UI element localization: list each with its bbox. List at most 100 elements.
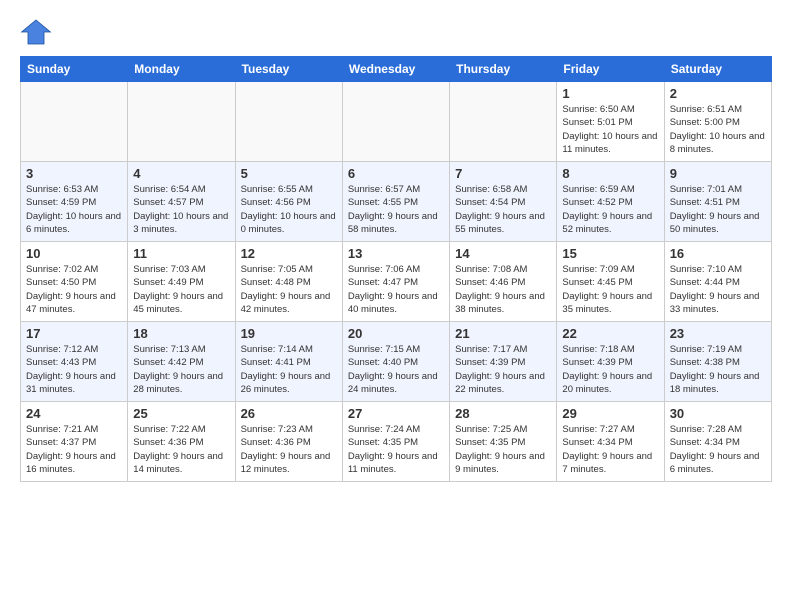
day-number: 11 [133,246,229,261]
day-info: Sunrise: 7:12 AM Sunset: 4:43 PM Dayligh… [26,343,122,396]
day-number: 2 [670,86,766,101]
calendar-cell [450,82,557,162]
calendar-cell: 4 Sunrise: 6:54 AM Sunset: 4:57 PM Daylig… [128,162,235,242]
weekday-header-sunday: Sunday [21,57,128,82]
weekday-header-thursday: Thursday [450,57,557,82]
day-info: Sunrise: 7:06 AM Sunset: 4:47 PM Dayligh… [348,263,444,316]
day-info: Sunrise: 6:50 AM Sunset: 5:01 PM Dayligh… [562,103,658,156]
weekday-header-saturday: Saturday [664,57,771,82]
calendar-cell: 1 Sunrise: 6:50 AM Sunset: 5:01 PM Daylig… [557,82,664,162]
weekday-header-monday: Monday [128,57,235,82]
logo [20,16,56,48]
logo-icon [20,16,52,48]
calendar-cell: 6 Sunrise: 6:57 AM Sunset: 4:55 PM Daylig… [342,162,449,242]
calendar-cell: 26 Sunrise: 7:23 AM Sunset: 4:36 PM Dayli… [235,402,342,482]
calendar-cell: 25Sunrise: 7:22 AM Sunset: 4:36 PM Dayli… [128,402,235,482]
weekday-header-tuesday: Tuesday [235,57,342,82]
header-area [20,16,772,48]
calendar-cell: 24 Sunrise: 7:21 AM Sunset: 4:37 PM Dayli… [21,402,128,482]
calendar-cell: 7 Sunrise: 6:58 AM Sunset: 4:54 PM Daylig… [450,162,557,242]
day-number: 25 [133,406,229,421]
day-number: 5 [241,166,337,181]
calendar-cell: 28Sunrise: 7:25 AM Sunset: 4:35 PM Dayli… [450,402,557,482]
calendar-cell: 20Sunrise: 7:15 AM Sunset: 4:40 PM Dayli… [342,322,449,402]
calendar-week-1: 1 Sunrise: 6:50 AM Sunset: 5:01 PM Daylig… [21,82,772,162]
day-info: Sunrise: 6:51 AM Sunset: 5:00 PM Dayligh… [670,103,766,156]
day-number: 15 [562,246,658,261]
day-info: Sunrise: 7:09 AM Sunset: 4:45 PM Dayligh… [562,263,658,316]
day-number: 18 [133,326,229,341]
calendar-week-3: 10 Sunrise: 7:02 AM Sunset: 4:50 PM Dayli… [21,242,772,322]
calendar-cell: 15 Sunrise: 7:09 AM Sunset: 4:45 PM Dayli… [557,242,664,322]
day-info: Sunrise: 7:18 AM Sunset: 4:39 PM Dayligh… [562,343,658,396]
day-info: Sunrise: 6:59 AM Sunset: 4:52 PM Dayligh… [562,183,658,236]
day-info: Sunrise: 7:05 AM Sunset: 4:48 PM Dayligh… [241,263,337,316]
day-number: 23 [670,326,766,341]
day-info: Sunrise: 6:58 AM Sunset: 4:54 PM Dayligh… [455,183,551,236]
calendar-cell: 17 Sunrise: 7:12 AM Sunset: 4:43 PM Dayli… [21,322,128,402]
day-number: 10 [26,246,122,261]
day-info: Sunrise: 7:21 AM Sunset: 4:37 PM Dayligh… [26,423,122,476]
day-info: Sunrise: 7:23 AM Sunset: 4:36 PM Dayligh… [241,423,337,476]
day-info: Sunrise: 6:54 AM Sunset: 4:57 PM Dayligh… [133,183,229,236]
day-info: Sunrise: 7:10 AM Sunset: 4:44 PM Dayligh… [670,263,766,316]
calendar-cell [21,82,128,162]
day-info: Sunrise: 6:53 AM Sunset: 4:59 PM Dayligh… [26,183,122,236]
calendar-cell: 19 Sunrise: 7:14 AM Sunset: 4:41 PM Dayli… [235,322,342,402]
day-number: 13 [348,246,444,261]
day-number: 6 [348,166,444,181]
day-info: Sunrise: 7:28 AM Sunset: 4:34 PM Dayligh… [670,423,766,476]
day-info: Sunrise: 7:02 AM Sunset: 4:50 PM Dayligh… [26,263,122,316]
day-number: 16 [670,246,766,261]
page: SundayMondayTuesdayWednesdayThursdayFrid… [0,0,792,492]
day-info: Sunrise: 7:19 AM Sunset: 4:38 PM Dayligh… [670,343,766,396]
day-info: Sunrise: 7:08 AM Sunset: 4:46 PM Dayligh… [455,263,551,316]
calendar-cell: 18 Sunrise: 7:13 AM Sunset: 4:42 PM Dayli… [128,322,235,402]
day-info: Sunrise: 6:57 AM Sunset: 4:55 PM Dayligh… [348,183,444,236]
calendar: SundayMondayTuesdayWednesdayThursdayFrid… [20,56,772,482]
calendar-week-5: 24 Sunrise: 7:21 AM Sunset: 4:37 PM Dayli… [21,402,772,482]
weekday-header-row: SundayMondayTuesdayWednesdayThursdayFrid… [21,57,772,82]
calendar-cell: 12 Sunrise: 7:05 AM Sunset: 4:48 PM Dayli… [235,242,342,322]
day-info: Sunrise: 7:27 AM Sunset: 4:34 PM Dayligh… [562,423,658,476]
day-number: 3 [26,166,122,181]
calendar-week-2: 3 Sunrise: 6:53 AM Sunset: 4:59 PM Daylig… [21,162,772,242]
weekday-header-friday: Friday [557,57,664,82]
day-number: 12 [241,246,337,261]
day-number: 27 [348,406,444,421]
calendar-cell: 8Sunrise: 6:59 AM Sunset: 4:52 PM Daylig… [557,162,664,242]
day-number: 24 [26,406,122,421]
calendar-cell: 5Sunrise: 6:55 AM Sunset: 4:56 PM Daylig… [235,162,342,242]
calendar-cell: 3 Sunrise: 6:53 AM Sunset: 4:59 PM Daylig… [21,162,128,242]
day-info: Sunrise: 7:14 AM Sunset: 4:41 PM Dayligh… [241,343,337,396]
calendar-cell: 21Sunrise: 7:17 AM Sunset: 4:39 PM Dayli… [450,322,557,402]
calendar-cell: 9 Sunrise: 7:01 AM Sunset: 4:51 PM Daylig… [664,162,771,242]
calendar-week-4: 17 Sunrise: 7:12 AM Sunset: 4:43 PM Dayli… [21,322,772,402]
calendar-cell [235,82,342,162]
day-number: 7 [455,166,551,181]
day-number: 14 [455,246,551,261]
calendar-cell: 23 Sunrise: 7:19 AM Sunset: 4:38 PM Dayli… [664,322,771,402]
weekday-header-wednesday: Wednesday [342,57,449,82]
calendar-cell: 16 Sunrise: 7:10 AM Sunset: 4:44 PM Dayli… [664,242,771,322]
day-number: 30 [670,406,766,421]
day-number: 19 [241,326,337,341]
day-info: Sunrise: 7:01 AM Sunset: 4:51 PM Dayligh… [670,183,766,236]
calendar-cell [342,82,449,162]
calendar-cell [128,82,235,162]
day-info: Sunrise: 7:15 AM Sunset: 4:40 PM Dayligh… [348,343,444,396]
day-number: 9 [670,166,766,181]
calendar-cell: 13 Sunrise: 7:06 AM Sunset: 4:47 PM Dayli… [342,242,449,322]
calendar-cell: 30 Sunrise: 7:28 AM Sunset: 4:34 PM Dayli… [664,402,771,482]
day-number: 4 [133,166,229,181]
day-number: 26 [241,406,337,421]
day-number: 17 [26,326,122,341]
calendar-cell: 14 Sunrise: 7:08 AM Sunset: 4:46 PM Dayli… [450,242,557,322]
day-number: 28 [455,406,551,421]
day-info: Sunrise: 7:13 AM Sunset: 4:42 PM Dayligh… [133,343,229,396]
day-number: 29 [562,406,658,421]
day-number: 1 [562,86,658,101]
day-info: Sunrise: 7:03 AM Sunset: 4:49 PM Dayligh… [133,263,229,316]
day-info: Sunrise: 7:24 AM Sunset: 4:35 PM Dayligh… [348,423,444,476]
day-number: 22 [562,326,658,341]
